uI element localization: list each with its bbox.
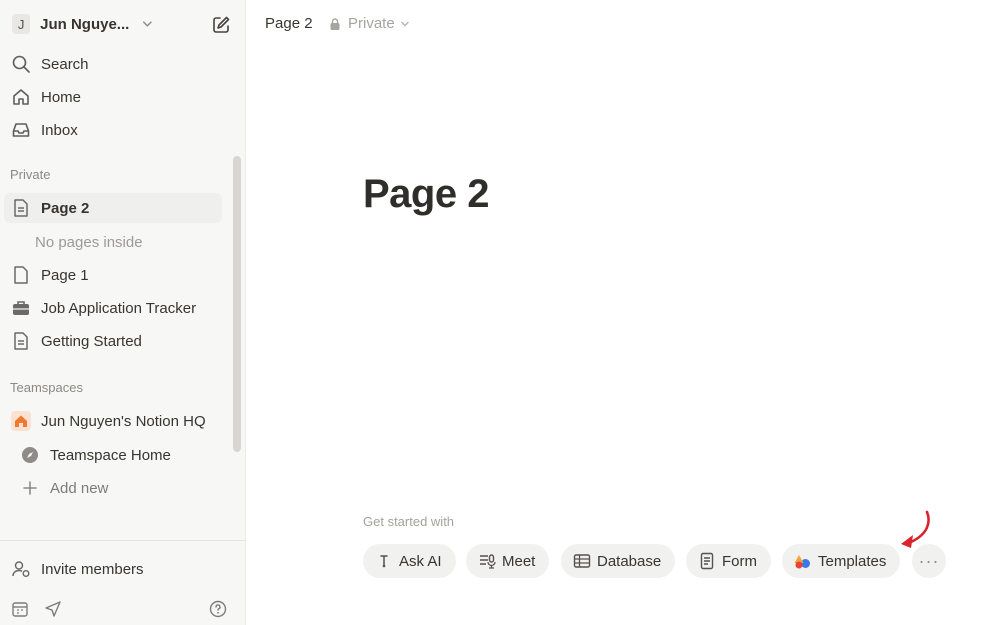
home-icon — [10, 86, 32, 108]
sidebar-item-inbox[interactable]: Inbox — [4, 115, 222, 145]
meeting-icon — [478, 552, 496, 570]
database-label: Database — [597, 552, 662, 570]
sidebar-item-label: Page 1 — [41, 266, 89, 284]
invite-members-button[interactable]: Invite members — [4, 554, 222, 584]
lock-icon — [330, 17, 340, 30]
new-page-button[interactable] — [209, 13, 233, 37]
workspace-switcher[interactable]: J Jun Nguye... — [8, 8, 158, 40]
form-button[interactable]: Form — [686, 544, 771, 578]
sidebar-item-label: Page 2 — [41, 199, 90, 217]
sidebar-item-label: Search — [41, 55, 89, 73]
ai-icon — [375, 552, 393, 570]
sidebar-item-label: Job Application Tracker — [41, 299, 197, 317]
sidebar-item-label: Inbox — [41, 121, 78, 139]
section-label-teamspaces[interactable]: Teamspaces — [10, 380, 83, 395]
sidebar-item-label: Teamspace Home — [50, 446, 171, 464]
breadcrumb-page[interactable]: Page 2 — [265, 15, 313, 32]
meet-label: Meet — [502, 552, 536, 570]
chevron-down-icon — [143, 21, 153, 27]
sidebar-item-label: Invite members — [41, 560, 144, 578]
sidebar-item-page-2[interactable]: Page 2 — [4, 193, 222, 223]
sidebar-item-job-application-tracker[interactable]: Job Application Tracker — [4, 293, 222, 323]
briefcase-icon — [10, 297, 32, 319]
workspace-name: Jun Nguye... — [40, 15, 130, 33]
empty-subpages-note: No pages inside — [35, 234, 143, 251]
sidebar: J Jun Nguye... Search Home Inbox Private — [0, 0, 246, 625]
sidebar-item-label: Getting Started — [41, 332, 142, 350]
add-teamspace-button[interactable]: Add new — [13, 473, 222, 503]
sidebar-item-teamspace-hq[interactable]: Jun Nguyen's Notion HQ — [4, 406, 222, 436]
sidebar-item-getting-started[interactable]: Getting Started — [4, 326, 222, 356]
sidebar-divider — [0, 540, 246, 541]
help-icon[interactable] — [207, 598, 229, 620]
sidebar-item-teamspace-home[interactable]: Teamspace Home — [13, 440, 222, 470]
visibility-selector[interactable]: Private — [328, 15, 411, 32]
sidebar-item-label: Add new — [50, 479, 109, 497]
page-icon — [10, 264, 32, 286]
inbox-icon — [10, 119, 32, 141]
search-icon — [10, 53, 32, 75]
sidebar-item-search[interactable]: Search — [4, 49, 222, 79]
ask-ai-button[interactable]: Ask AI — [363, 544, 456, 578]
topbar: Page 2 Private — [246, 0, 1000, 48]
calendar-icon[interactable] — [9, 598, 31, 620]
database-button[interactable]: Database — [561, 544, 676, 578]
sidebar-scrollbar[interactable] — [233, 156, 241, 452]
section-label-private[interactable]: Private — [10, 167, 50, 182]
get-started-label: Get started with — [363, 514, 455, 529]
house-icon — [10, 410, 32, 432]
sidebar-item-label: Jun Nguyen's Notion HQ — [41, 412, 206, 430]
invite-user-icon — [10, 558, 32, 580]
page-icon — [10, 197, 32, 219]
templates-icon — [794, 552, 812, 570]
compose-icon — [213, 16, 230, 33]
table-icon — [573, 552, 591, 570]
chevron-down-icon — [400, 21, 409, 26]
sidebar-item-label: Home — [41, 88, 82, 106]
visibility-label: Private — [348, 15, 395, 32]
templates-label: Templates — [818, 552, 887, 570]
meet-button[interactable]: Meet — [466, 544, 550, 578]
workspace-avatar: J — [12, 14, 31, 34]
sidebar-item-page-1[interactable]: Page 1 — [4, 260, 222, 290]
annotation-arrow-icon — [901, 510, 930, 548]
compass-icon — [19, 444, 41, 466]
ask-ai-label: Ask AI — [399, 552, 442, 570]
form-icon — [698, 552, 716, 570]
send-icon[interactable] — [42, 598, 64, 620]
sidebar-item-home[interactable]: Home — [4, 82, 222, 112]
templates-button[interactable]: Templates — [782, 544, 901, 578]
plus-icon — [19, 477, 41, 499]
form-label: Form — [722, 552, 757, 570]
page-icon — [10, 330, 32, 352]
page-title[interactable]: Page 2 — [363, 172, 489, 217]
